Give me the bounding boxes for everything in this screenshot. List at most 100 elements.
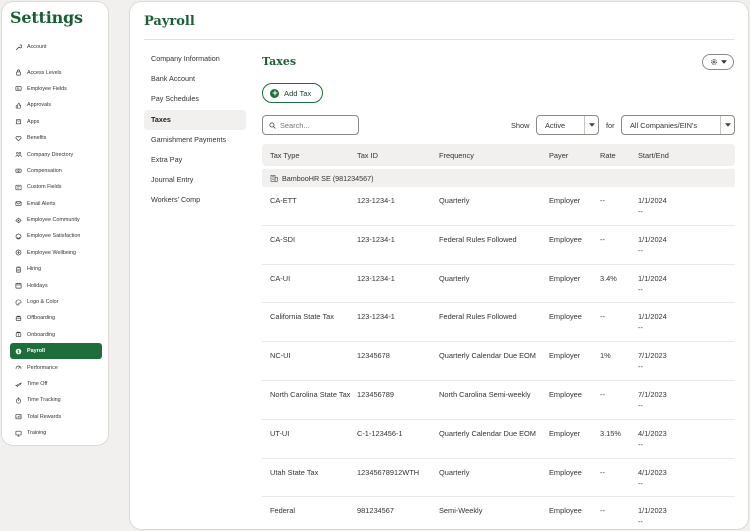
nav-item-offboarding[interactable]: Offboarding: [10, 310, 102, 326]
smile-icon: [15, 233, 22, 240]
search-box[interactable]: [262, 115, 359, 135]
heart-icon: [15, 135, 22, 142]
nav-item-time-tracking[interactable]: Time Tracking: [10, 392, 102, 408]
table-row[interactable]: California State Tax 123-1234-1 Federal Ru…: [262, 303, 735, 343]
table-row[interactable]: CA-UI 123-1234-1 Quarterly Employer 3.4% 1/1/…: [262, 265, 735, 304]
nav-item-hiring[interactable]: Hiring: [10, 261, 102, 277]
cell-payer: Employer: [549, 351, 581, 361]
cell-end: --: [638, 517, 643, 527]
column-header[interactable]: Rate: [600, 150, 638, 161]
cell-start-end: 1/1/2024 --: [638, 234, 698, 256]
show-label: Show: [511, 121, 530, 130]
cell-type: California State Tax: [270, 312, 334, 322]
cell-start: 7/1/2023: [638, 351, 667, 361]
nav-item-employee-fields[interactable]: Employee Fields: [10, 81, 102, 97]
payroll-subnav: Company Information Bank Account Pay Sched…: [144, 49, 246, 211]
cell-freq: Federal Rules Followed: [439, 234, 517, 244]
cell-start-end: 7/1/2023 --: [638, 389, 698, 411]
subnav-item-journal-entry[interactable]: Journal Entry: [144, 170, 246, 190]
subnav-item-pay-schedules[interactable]: Pay Schedules: [144, 89, 246, 109]
nav-item-account[interactable]: Account: [10, 39, 102, 55]
calendar-icon: [15, 282, 22, 289]
settings-gear-button[interactable]: [702, 54, 734, 70]
company-group-label: BambooHR SE (981234567): [282, 173, 374, 183]
nav-item-label: Time Off: [27, 381, 48, 387]
table-row[interactable]: UT-UI C-1-123456-1 Quarterly Calendar Due …: [262, 420, 735, 459]
subnav-item-extra-pay[interactable]: Extra Pay: [144, 150, 246, 170]
cell-end: --: [638, 207, 643, 216]
table-row[interactable]: North Carolina State Tax 123456789 North C…: [262, 381, 735, 420]
nav-item-access-levels[interactable]: Access Levels: [10, 64, 102, 80]
nav-item-employee-satisfaction[interactable]: Employee Satisfaction: [10, 228, 102, 244]
offboarding-icon: [15, 315, 22, 322]
cell-id: C-1-123456-1: [357, 428, 403, 438]
nav-item-employee-wellbeing[interactable]: Employee Wellbeing: [10, 245, 102, 261]
cell-payer: Employee: [549, 312, 582, 322]
column-header[interactable]: Start/End: [638, 150, 698, 161]
cell-start-end: 4/1/2023 --: [638, 467, 698, 489]
nav-item-holidays[interactable]: Holidays: [10, 277, 102, 293]
cell-start: 4/1/2023: [638, 467, 667, 477]
caret-down-icon: [720, 60, 727, 64]
nav-item-approvals[interactable]: Approvals: [10, 97, 102, 113]
cell-rate: 1%: [600, 351, 611, 361]
cell-start: 1/1/2024: [638, 273, 667, 283]
subnav-item-bank-account[interactable]: Bank Account: [144, 69, 246, 89]
nav-item-email-alerts[interactable]: Email Alerts: [10, 196, 102, 212]
onboarding-icon: [15, 331, 22, 338]
subnav-item-taxes[interactable]: Taxes: [144, 109, 246, 130]
subnav-item-garnishment-payments[interactable]: Garnishment Payments: [144, 130, 246, 150]
column-header[interactable]: Frequency: [439, 150, 549, 161]
section-title: Taxes: [262, 55, 297, 68]
cell-rate: --: [600, 312, 605, 322]
nav-item-total-rewards[interactable]: Total Rewards: [10, 409, 102, 425]
dollar-icon: [15, 348, 22, 355]
envelope-icon: [15, 200, 22, 207]
cell-id: 12345678: [357, 351, 390, 361]
table-row[interactable]: CA-ETT 123-1234-1 Quarterly Employer -- 1/1/2…: [262, 187, 735, 226]
cell-type: Federal: [270, 506, 296, 516]
page-title: Payroll: [144, 14, 195, 29]
search-input[interactable]: [280, 120, 350, 130]
nav-item-training[interactable]: Training: [10, 425, 102, 441]
cell-payer: Employee: [549, 389, 582, 399]
clipboard-icon: [15, 266, 22, 273]
nav-item-benefits[interactable]: Benefits: [10, 130, 102, 146]
money-icon: [15, 167, 22, 174]
nav-item-custom-fields[interactable]: Custom Fields: [10, 179, 102, 195]
table-row[interactable]: Federal 981234567 Semi-Weekly Employee -- 1/1…: [262, 497, 735, 529]
nav-item-label: Employee Community: [27, 217, 80, 224]
nav-item-apps[interactable]: Apps: [10, 114, 102, 130]
nav-item-employee-community[interactable]: Employee Community: [10, 212, 102, 228]
table-row[interactable]: CA-SDI 123-1234-1 Federal Rules Followed Em…: [262, 226, 735, 265]
column-header[interactable]: Tax ID: [357, 150, 439, 161]
table-row[interactable]: NC-UI 12345678 Quarterly Calendar Due EOM E…: [262, 342, 735, 381]
nav-item-performance[interactable]: Performance: [10, 359, 102, 375]
cell-end: --: [638, 439, 643, 449]
nav-item-logo-color[interactable]: Logo & Color: [10, 294, 102, 310]
status-select[interactable]: Active: [536, 115, 599, 135]
nav-item-payroll[interactable]: Payroll: [10, 343, 102, 360]
cell-freq: Semi-Weekly: [439, 506, 483, 516]
nav-item-time-off[interactable]: Time Off: [10, 376, 102, 392]
cell-id: 123-1234-1: [357, 312, 395, 322]
add-tax-button[interactable]: Add Tax: [262, 83, 323, 103]
nav-item-compensation[interactable]: Compensation: [10, 163, 102, 179]
add-tax-label: Add Tax: [284, 88, 312, 98]
plus-icon: [270, 88, 279, 98]
plane-icon: [15, 381, 22, 388]
company-select[interactable]: All Companies/EIN's: [621, 115, 735, 135]
nav-item-company-directory[interactable]: Company Directory: [10, 146, 102, 162]
column-header[interactable]: Payer: [549, 150, 600, 161]
nav-item-label: Total Rewards: [27, 413, 62, 420]
column-header[interactable]: Tax Type: [262, 150, 357, 161]
subnav-item-workers-comp[interactable]: Workers' Comp: [144, 190, 246, 210]
subnav-item-company-information[interactable]: Company Information: [144, 49, 246, 69]
nav-item-label: Email Alerts: [27, 200, 56, 207]
cell-start: 7/1/2023: [638, 389, 667, 399]
cell-freq: North Carolina Semi-weekly: [439, 389, 531, 399]
nav-item-onboarding[interactable]: Onboarding: [10, 327, 102, 343]
cell-payer: Employer: [549, 428, 581, 438]
cell-end: --: [638, 284, 643, 294]
table-row[interactable]: Utah State Tax 12345678912WTH Quarterly Emp…: [262, 459, 735, 498]
